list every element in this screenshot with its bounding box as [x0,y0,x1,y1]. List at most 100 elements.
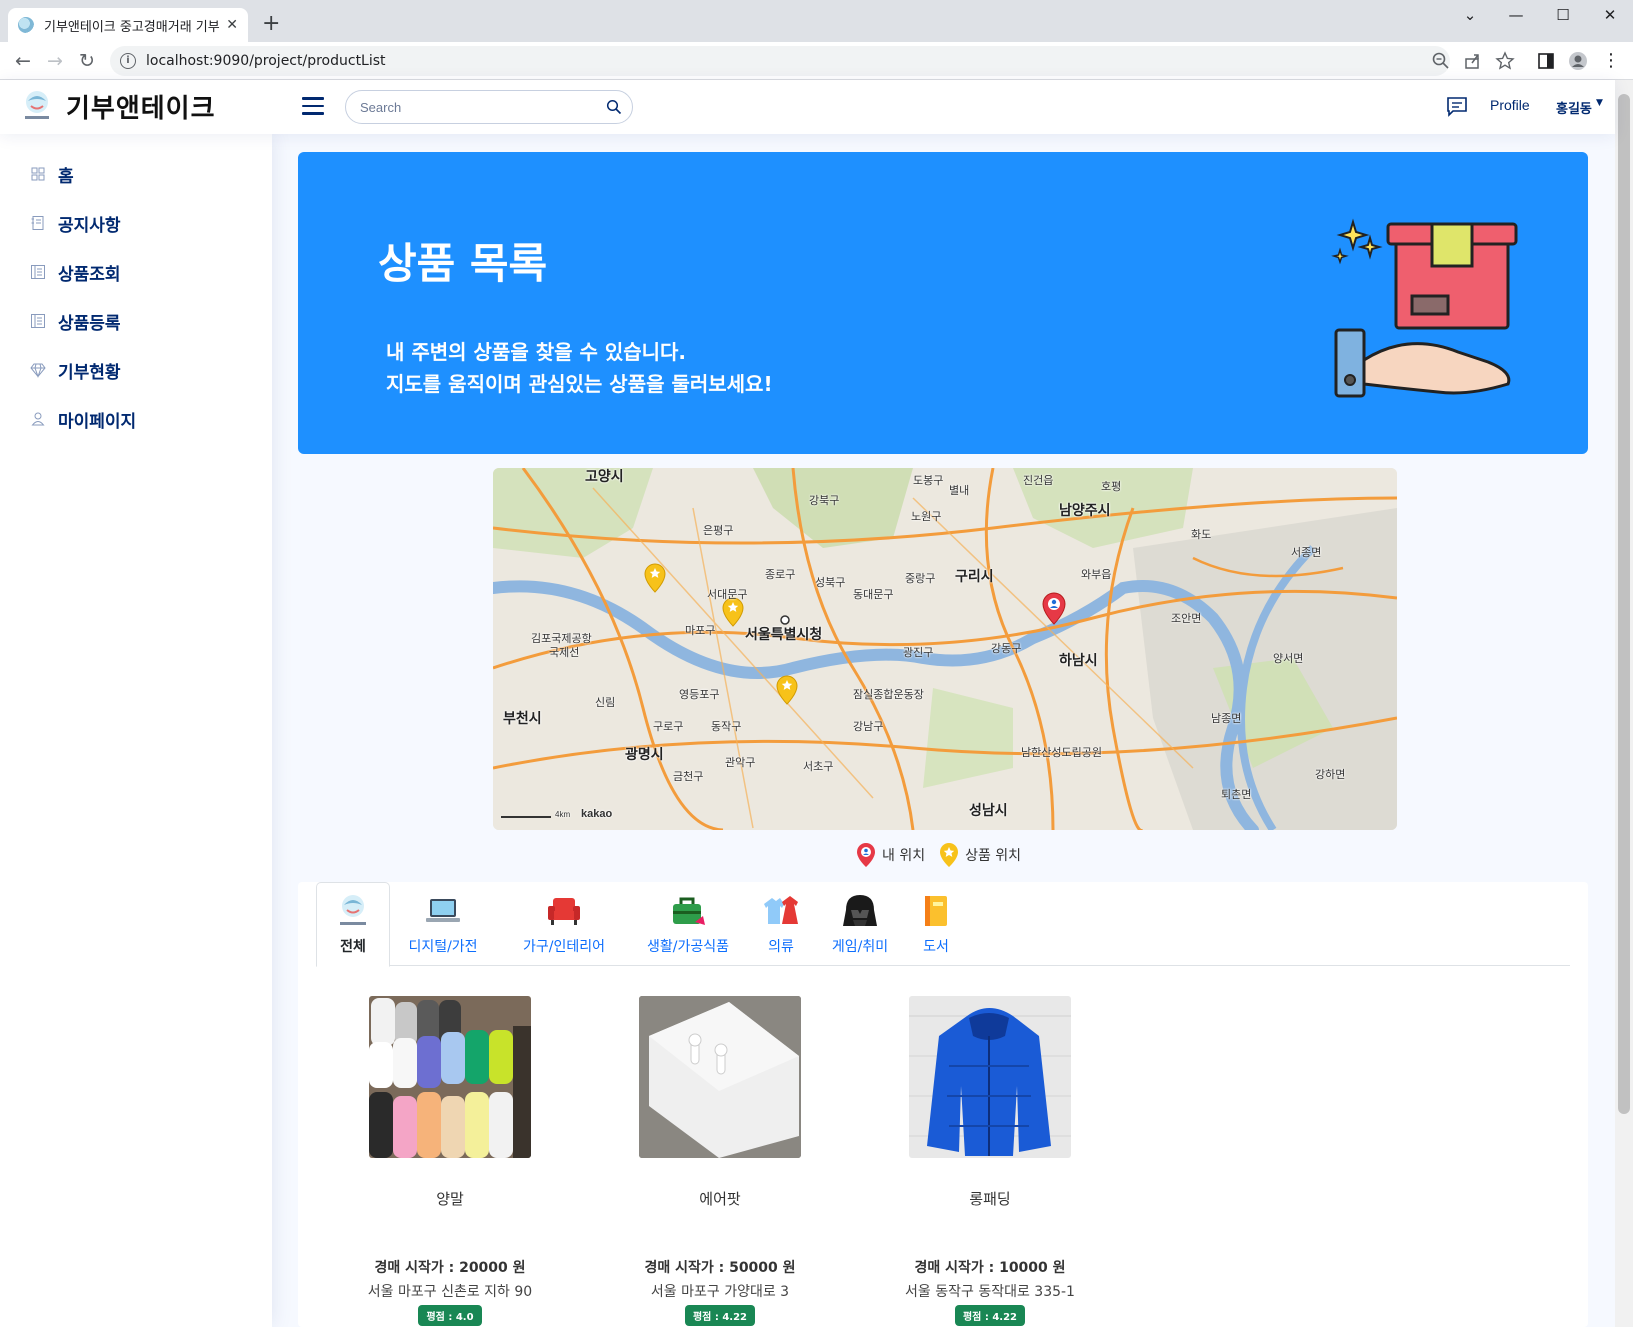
app-header: 기부앤테이크 Profile 홍길동 ▼ [0,80,1615,134]
tab-furniture[interactable]: 가구/인테리어 [502,882,626,966]
sidebar-item-home[interactable]: 홈 [30,158,74,190]
product-name[interactable]: 롱패딩 [855,1188,1125,1209]
product-name[interactable]: 양말 [315,1188,585,1209]
sidebar-item-product-register[interactable]: 상품등록 [30,305,121,337]
sidebar-item-label: 기부현황 [58,362,121,383]
rating-badge: 평점 : 4.0 [418,1305,482,1326]
donation-logo-icon [340,895,366,925]
side-panel-icon[interactable] [1536,51,1556,71]
map-label: 호평 [1101,481,1122,493]
tab-title: 기부앤테이크 중고경매거래 기부 [44,19,220,35]
omnibox[interactable]: i localhost:9090/project/productList [110,46,1450,76]
window-close-icon[interactable]: ✕ [1600,6,1620,24]
map-label: 관악구 [725,757,756,769]
product-price: 경매 시작가 : 50000 원 [644,1260,796,1276]
product-card[interactable]: 에어팟 경매 시작가 : 50000 원 서울 마포구 가양대로 3 평점 : … [585,996,855,1326]
map-tiles[interactable] [493,468,1397,830]
chat-icon[interactable] [1446,95,1468,117]
map-label: 영등포구 [679,689,720,701]
map-label: 서초구 [803,761,834,773]
product-address: 서울 마포구 가양대로 3 [650,1284,790,1300]
map-label: 광명시 [625,746,664,762]
maximize-icon[interactable]: ☐ [1553,6,1573,24]
map-label: 강북구 [809,495,840,507]
map-label: 고양시 [585,468,624,484]
forward-icon[interactable]: → [43,49,67,73]
tab-close-icon[interactable]: ✕ [226,17,238,33]
map-label: 강동구 [991,643,1022,655]
reload-icon[interactable]: ↻ [75,49,99,73]
product-name[interactable]: 에어팟 [585,1188,855,1209]
product-image[interactable] [909,996,1071,1158]
tab-search-icon[interactable]: ⌄ [1460,6,1480,24]
map-label: 신림 [595,697,616,709]
map-label: 진건읍 [1023,475,1054,487]
search-icon[interactable] [606,99,622,115]
map-label: 남양주시 [1059,502,1111,518]
clothes-icon [764,896,798,924]
product-card[interactable]: 롱패딩 경매 시작가 : 10000 원 서울 동작구 동작대로 335-1 평… [855,996,1125,1326]
map-logo: kakao [581,808,613,820]
map-label: 동대문구 [853,589,894,601]
category-tabs: 전체 디지털/가전 가구/인테리어 생활/가공식품 의류 게임/취미 도서 [316,882,1570,967]
journal-icon [31,216,44,230]
map-label: 국제선 [549,647,580,659]
legend-product-location-label: 상품 위치 [965,848,1022,864]
person-icon [31,412,45,426]
chevron-down-icon[interactable]: ▼ [1596,98,1603,108]
book-icon [925,896,947,926]
map-label: 조안면 [1171,613,1202,625]
tab-all[interactable]: 전체 [316,882,390,967]
my-location-pin-icon [857,843,875,867]
toggle-sidebar-icon[interactable] [302,97,324,115]
tab-living[interactable]: 생활/가공식품 [634,882,742,966]
browser-tab[interactable]: 기부앤테이크 중고경매거래 기부 ✕ [8,8,248,42]
map-label: 종로구 [765,569,796,581]
product-image[interactable] [369,996,531,1158]
logo-text[interactable]: 기부앤테이크 [66,88,216,125]
minimize-icon[interactable]: — [1506,6,1526,24]
product-map[interactable]: 고양시 강북구 도봉구 노원구 별내 진건읍 호평 남양주시 은평구 종로구 성… [493,468,1397,830]
tab-label: 의류 [768,939,794,955]
sidebar-item-donation[interactable]: 기부현황 [30,354,121,386]
gem-icon [30,363,46,378]
scroll-thumb[interactable] [1618,94,1630,1114]
menu-kebab-icon[interactable]: ⋮ [1601,51,1621,71]
url-text[interactable]: localhost:9090/project/productList [146,53,386,69]
sidebar-item-mypage[interactable]: 마이페이지 [30,403,136,435]
product-address: 서울 마포구 신촌로 지하 90 [367,1284,533,1300]
product-card[interactable]: 양말 경매 시작가 : 20000 원 서울 마포구 신촌로 지하 90 평점 … [315,996,585,1326]
sidebar-item-product-list[interactable]: 상품조회 [30,256,121,288]
profile-image[interactable]: Profile [1490,97,1530,113]
new-tab-icon[interactable]: + [262,12,280,36]
back-icon[interactable]: ← [11,49,35,73]
product-image[interactable] [639,996,801,1158]
tab-books[interactable]: 도서 [912,882,960,966]
bookmark-star-icon[interactable] [1495,51,1515,71]
tab-clothes[interactable]: 의류 [756,882,806,966]
hero-banner: 상품 목록 내 주변의 상품을 찾을 수 있습니다. 지도를 움직이며 관심있는… [298,152,1588,454]
tab-digital[interactable]: 디지털/가전 [400,882,486,966]
site-info-icon[interactable]: i [120,53,136,69]
map-label: 화도 [1191,529,1212,541]
map-label: 마포구 [685,625,716,637]
map-label: 강남구 [853,721,884,733]
map-label: 남종면 [1211,713,1242,725]
legend-my-location: 내 위치 [856,842,925,868]
address-bar: ← → ↻ i localhost:9090/project/productLi… [0,42,1633,80]
map-label: 별내 [949,485,970,497]
sidebar-item-notice[interactable]: 공지사항 [30,207,121,239]
logo-icon[interactable] [22,89,52,123]
sidebar-item-label: 홈 [58,166,74,187]
search-input[interactable] [360,99,606,115]
tab-game[interactable]: 게임/취미 [820,882,900,966]
user-name[interactable]: 홍길동 [1556,98,1592,117]
product-list-card: 전체 디지털/가전 가구/인테리어 생활/가공식품 의류 게임/취미 도서 양말… [298,882,1588,1327]
share-icon[interactable] [1463,51,1483,71]
zoom-icon[interactable] [1431,51,1451,71]
account-icon[interactable] [1568,51,1588,71]
tab-label: 도서 [923,939,949,955]
tab-label: 전체 [340,939,366,955]
sidebar-item-label: 상품등록 [58,313,121,334]
page-scrollbar[interactable] [1615,80,1633,1327]
